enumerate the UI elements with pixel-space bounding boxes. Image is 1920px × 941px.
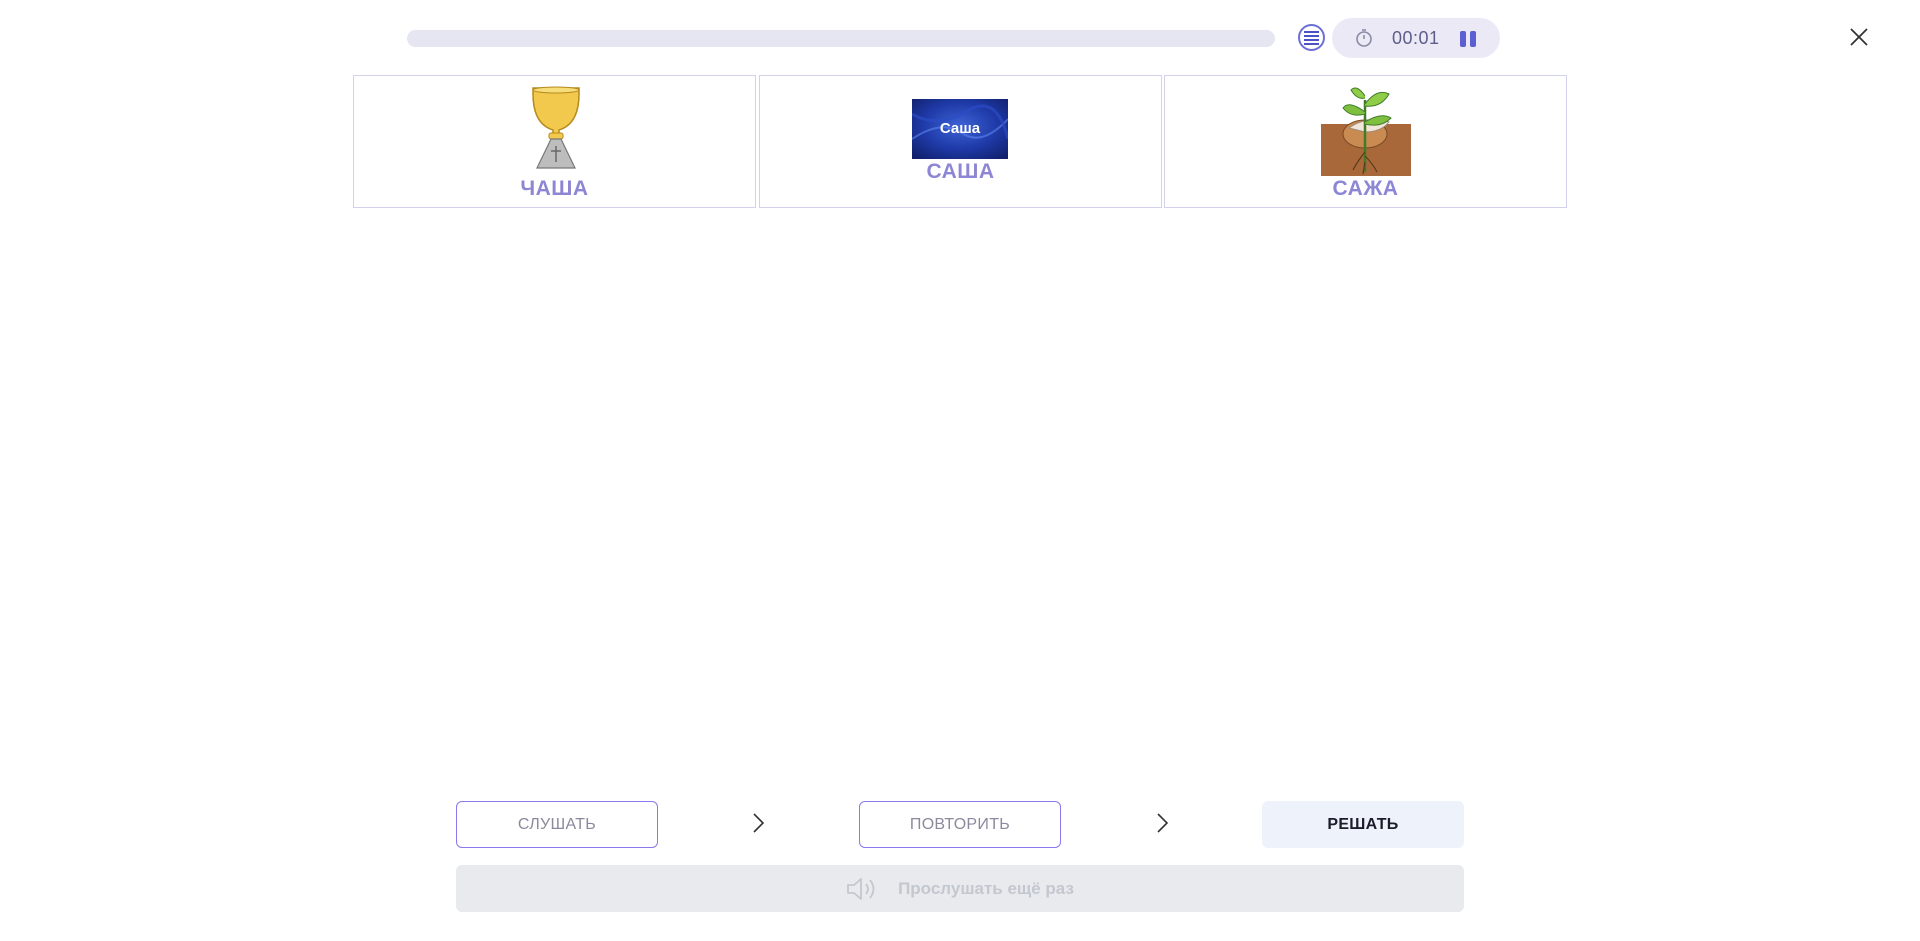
answer-card-1[interactable]: ЧАША xyxy=(353,75,756,208)
progress-bar xyxy=(407,30,1275,47)
name-card-text: Саша xyxy=(940,120,981,137)
answer-card-3[interactable]: САЖА xyxy=(1164,75,1567,208)
chevron-right-icon xyxy=(1157,813,1169,833)
answer-card-2[interactable]: Саша САША xyxy=(759,75,1162,208)
task-list-button[interactable] xyxy=(1298,24,1325,51)
list-icon xyxy=(1304,30,1319,45)
speaker-icon xyxy=(847,877,875,900)
listen-button[interactable]: СЛУШАТЬ xyxy=(456,801,658,848)
repeat-button[interactable]: ПОВТОРИТЬ xyxy=(859,801,1061,848)
pause-button[interactable] xyxy=(1458,29,1480,49)
card-label: САША xyxy=(926,160,995,183)
pause-icon xyxy=(1460,31,1466,47)
exercise-page: 00:01 ЧАША Саша САША САЖА СЛУШАТЬ ПОВТОР… xyxy=(0,0,1920,941)
chevron-right-icon xyxy=(753,813,765,833)
listen-again-button[interactable]: Прослушать ещё раз xyxy=(456,865,1464,912)
listen-again-content: Прослушать ещё раз xyxy=(846,877,1074,901)
name-card-image: Саша xyxy=(912,99,1008,159)
seedling-in-soil-image xyxy=(1321,87,1411,176)
stopwatch-icon xyxy=(1356,29,1372,47)
listen-again-label: Прослушать ещё раз xyxy=(898,878,1074,898)
timer-panel: 00:01 xyxy=(1332,18,1500,58)
close-icon[interactable] xyxy=(1846,24,1872,50)
card-label: САЖА xyxy=(1332,177,1399,200)
timer-value: 00:01 xyxy=(1392,28,1440,48)
solve-button[interactable]: РЕШАТЬ xyxy=(1262,801,1464,848)
pause-icon-bar xyxy=(1470,31,1476,47)
card-label: ЧАША xyxy=(520,177,589,200)
chalice-image xyxy=(532,86,580,169)
